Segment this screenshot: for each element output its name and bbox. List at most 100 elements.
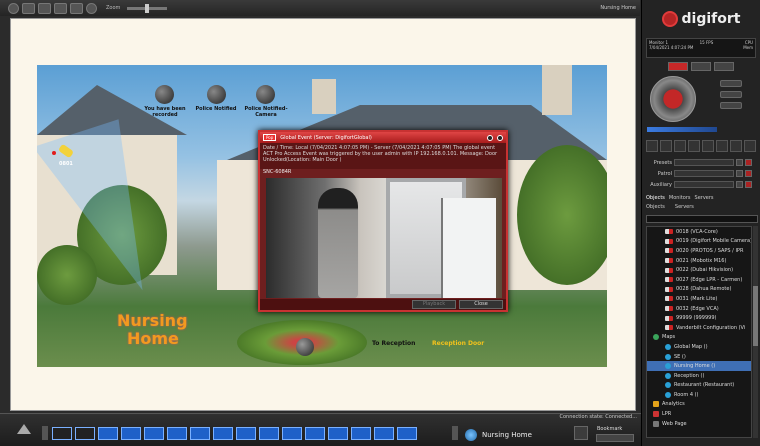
layout-thumb[interactable]: [167, 427, 187, 440]
collapse-arrow-icon[interactable]: [17, 424, 31, 434]
layout-thumb[interactable]: [236, 427, 256, 440]
tree-item[interactable]: Restaurant (Restaurant): [647, 381, 751, 391]
tree-item[interactable]: Analytics: [647, 400, 751, 410]
playback-button[interactable]: Playback: [412, 300, 456, 309]
tab-servers[interactable]: Servers: [695, 195, 714, 201]
layout-thumb[interactable]: [52, 427, 72, 440]
presets-go-button[interactable]: [736, 159, 743, 166]
preset-cell[interactable]: [646, 140, 658, 152]
layout-thumb[interactable]: [374, 427, 394, 440]
tree-search-input[interactable]: [646, 215, 758, 223]
layout-1-button[interactable]: [22, 2, 35, 14]
layout-thumb[interactable]: [213, 427, 233, 440]
preset-cell[interactable]: [716, 140, 728, 152]
volume-bar[interactable]: [647, 127, 717, 132]
tree-item[interactable]: 0019 (Digifort Mobile Camera): [647, 237, 751, 247]
tree-item[interactable]: Web Page: [647, 419, 751, 429]
layout-thumb[interactable]: [190, 427, 210, 440]
tree-item[interactable]: 0018 (VCA-Core): [647, 227, 751, 237]
layout-thumb[interactable]: [121, 427, 141, 440]
layout-thumb[interactable]: [98, 427, 118, 440]
filter-servers-radio[interactable]: Servers: [675, 204, 694, 210]
auxiliary-go-button[interactable]: [736, 181, 743, 188]
close-icon[interactable]: [497, 134, 503, 141]
preset-cell[interactable]: [744, 140, 756, 152]
link-sphere-icon[interactable]: [296, 338, 314, 356]
network-mode-icon[interactable]: [691, 62, 711, 71]
preset-cell[interactable]: [730, 140, 742, 152]
layouts-scroll-left[interactable]: [42, 426, 48, 440]
focus-button[interactable]: [720, 102, 742, 109]
map-tab[interactable]: Nursing Home: [600, 5, 636, 11]
add-icon[interactable]: [8, 2, 19, 14]
user-mode-icon[interactable]: [668, 62, 688, 71]
tree-item[interactable]: SE (): [647, 352, 751, 362]
zoom-in-button[interactable]: [720, 80, 742, 87]
monitor-icon[interactable]: [574, 426, 588, 440]
zoom-slider[interactable]: [127, 3, 168, 13]
close-button[interactable]: Close: [459, 300, 503, 309]
nursing-home-title: Nursing Home: [117, 312, 188, 347]
patrol-stop-button[interactable]: [745, 170, 752, 177]
patrol-select[interactable]: [674, 170, 734, 177]
tree-item[interactable]: 0027 (Edge LPR - Carmen): [647, 275, 751, 285]
layout-thumb[interactable]: [305, 427, 325, 440]
presets-select[interactable]: [674, 159, 734, 166]
tree-item[interactable]: 0028 (Dahua Remote): [647, 285, 751, 295]
layout-2-button[interactable]: [38, 2, 51, 14]
zoom-out-button[interactable]: [720, 91, 742, 98]
layout-3-button[interactable]: [54, 2, 67, 14]
minimize-icon[interactable]: [487, 134, 493, 141]
patrol-label: Patrol: [657, 170, 672, 177]
current-map-label[interactable]: Nursing Home: [482, 431, 532, 439]
layout-thumb[interactable]: [282, 427, 302, 440]
layout-thumb[interactable]: [144, 427, 164, 440]
tree-item[interactable]: 0020 (PROTOS / SAPS / IPR: [647, 246, 751, 256]
tree-item[interactable]: 99999 (999999): [647, 313, 751, 323]
tree-item[interactable]: Global Map (): [647, 342, 751, 352]
layout-thumb[interactable]: [259, 427, 279, 440]
tree-item-label: 0031 (Mark Lite): [676, 295, 718, 302]
tab-objects[interactable]: Objects: [646, 195, 665, 201]
layout-thumb[interactable]: [351, 427, 371, 440]
tree-item[interactable]: Reception (): [647, 371, 751, 381]
tree-item[interactable]: Room 4 (): [647, 390, 751, 400]
layout-thumb[interactable]: [397, 427, 417, 440]
layout-thumb[interactable]: [328, 427, 348, 440]
ptz-joystick[interactable]: [650, 76, 696, 122]
tree-item[interactable]: Maps: [647, 333, 751, 343]
police-camera-sphere-icon[interactable]: [256, 85, 275, 104]
preset-cell[interactable]: [674, 140, 686, 152]
preset-cell[interactable]: [702, 140, 714, 152]
tree-scroll-thumb[interactable]: [753, 286, 758, 346]
lpr-icon: [653, 411, 659, 418]
tree-item[interactable]: 0031 (Mark Lite): [647, 294, 751, 304]
tree-item[interactable]: Nursing Home (): [647, 361, 751, 371]
refresh-icon[interactable]: [86, 2, 97, 14]
filter-objects-radio[interactable]: Objects: [646, 204, 665, 210]
auxiliary-stop-button[interactable]: [745, 181, 752, 188]
tree-item[interactable]: LPR: [647, 409, 751, 419]
layouts-scroll-right[interactable]: [452, 426, 458, 440]
tab-monitors[interactable]: Monitors: [669, 195, 691, 201]
camera-icon[interactable]: [70, 2, 83, 14]
tree-item[interactable]: 0021 (Mobotix M16): [647, 256, 751, 266]
tree-item[interactable]: 0022 (Dubai Hikvision): [647, 265, 751, 275]
reception-door-link[interactable]: Reception Door: [432, 340, 484, 347]
auxiliary-select[interactable]: [674, 181, 734, 188]
to-reception-link[interactable]: To Reception: [372, 340, 415, 347]
recorded-sphere-icon[interactable]: [155, 85, 174, 104]
tree-scrollbar[interactable]: [753, 226, 758, 438]
layout-thumb[interactable]: [75, 427, 95, 440]
popup-titlebar[interactable]: Pop Global Event (Server: DigifortGlobal…: [260, 132, 506, 143]
patrol-go-button[interactable]: [736, 170, 743, 177]
tree-item[interactable]: Vanderbilt Configuration (Vi: [647, 323, 751, 333]
audio-mode-icon[interactable]: [714, 62, 734, 71]
logo-text: digifort: [681, 11, 741, 27]
police-notified-sphere-icon[interactable]: [207, 85, 226, 104]
preset-cell[interactable]: [660, 140, 672, 152]
presets-stop-button[interactable]: [745, 159, 752, 166]
tree-item[interactable]: 0032 (Edge VCA): [647, 304, 751, 314]
preset-cell[interactable]: [688, 140, 700, 152]
bookmark-controls[interactable]: [596, 434, 634, 442]
